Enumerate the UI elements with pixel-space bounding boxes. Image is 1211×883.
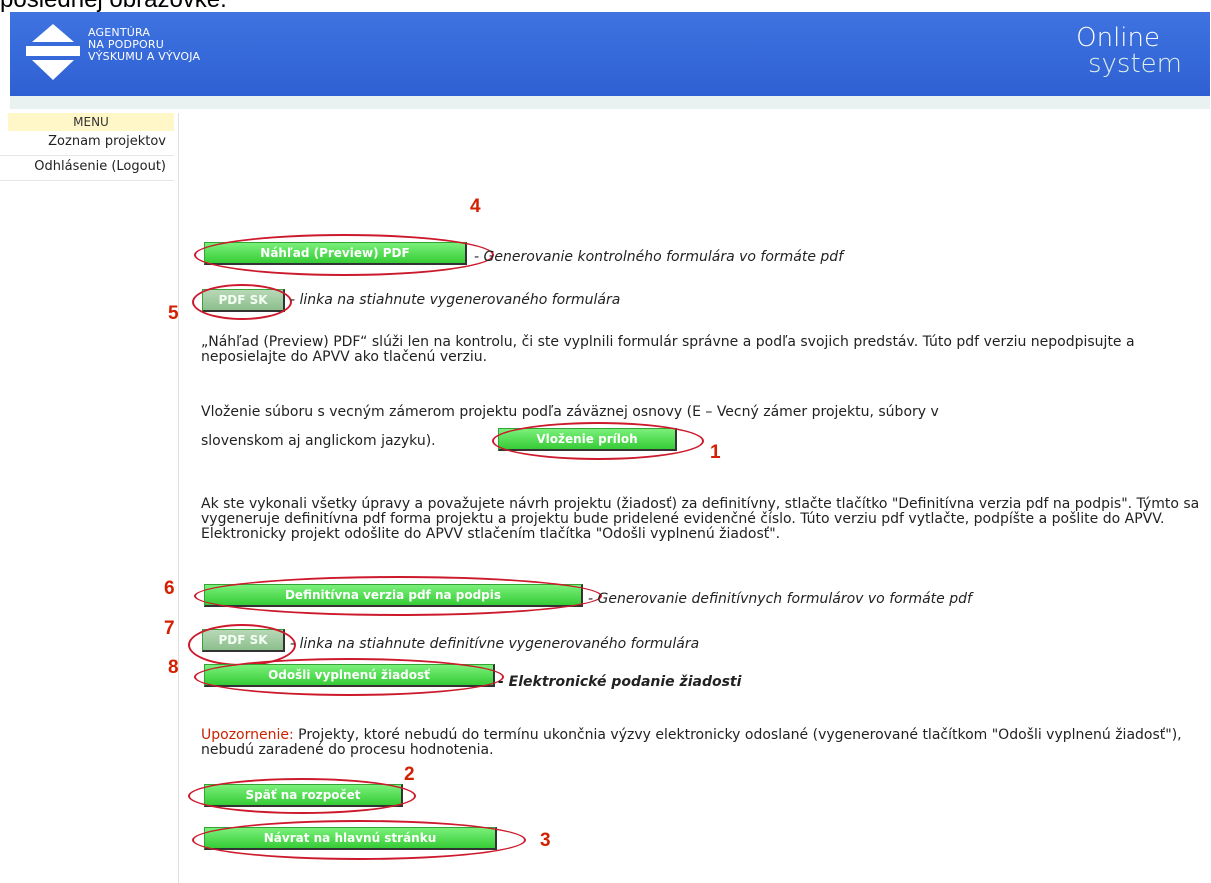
warning-paragraph: Upozornenie: Projekty, ktoré nebudú do t…	[201, 728, 1206, 758]
pdf-sk-link-button[interactable]: PDF SK	[202, 289, 285, 312]
sidebar-item-logout[interactable]: Odhlásenie (Logout)	[0, 156, 174, 181]
pdf-sk-final-link-button[interactable]: PDF SK	[202, 629, 285, 652]
annotation-number-5: 5	[168, 303, 179, 324]
document-caption: poslednej obrazovke.	[0, 0, 1211, 12]
sidebar: MENU Zoznam projektov Odhlásenie (Logout…	[0, 113, 174, 181]
preview-note-paragraph: „Náhľad (Preview) PDF“ slúži len na kont…	[201, 334, 1135, 365]
sidebar-divider	[178, 113, 179, 883]
annotation-number-4: 4	[470, 196, 481, 217]
header-subbar	[10, 96, 1210, 109]
warning-label: Upozornenie:	[201, 727, 294, 743]
agency-name-line: VÝSKUMU A VÝVOJA	[88, 50, 201, 63]
upload-attachments-button[interactable]: Vloženie príloh	[498, 428, 677, 451]
agency-logo-icon	[26, 24, 80, 80]
site-header: AGENTÚRA NA PODPORU VÝSKUMU A VÝVOJA Onl…	[10, 12, 1210, 96]
pdf-sk-description: - linka na stiahnute vygenerovaného form…	[290, 292, 621, 308]
final-pdf-description: - Generovanie definitívnych formulárov v…	[588, 591, 972, 607]
upload-paragraph-line2: slovenskom aj anglickom jazyku).	[201, 433, 436, 449]
send-application-button[interactable]: Odošli vyplnenú žiadosť	[204, 664, 495, 687]
annotation-number-3: 3	[540, 830, 551, 851]
upload-paragraph-line1: Vloženie súboru s vecným zámerom projekt…	[201, 404, 939, 420]
send-application-description: - Elektronické podanie žiadosti	[498, 674, 742, 690]
menu-title: MENU	[8, 113, 174, 131]
annotation-number-1: 1	[710, 442, 721, 463]
preview-pdf-button[interactable]: Náhľad (Preview) PDF	[204, 242, 467, 265]
warning-text: Projekty, ktoré nebudú do termínu ukončn…	[201, 727, 1182, 758]
annotation-number-7: 7	[164, 618, 175, 639]
return-home-button[interactable]: Návrat na hlavnú stránku	[204, 827, 497, 850]
annotation-number-2: 2	[404, 764, 415, 785]
annotation-number-6: 6	[164, 578, 175, 599]
back-to-budget-button[interactable]: Späť na rozpočet	[204, 784, 403, 807]
agency-name: AGENTÚRA NA PODPORU VÝSKUMU A VÝVOJA	[88, 27, 200, 63]
brand-line-2: system	[1088, 49, 1182, 79]
final-note-paragraph: Ak ste vykonali všetky úpravy a považuje…	[201, 496, 1200, 542]
sidebar-item-projects[interactable]: Zoznam projektov	[0, 131, 174, 156]
pdf-sk-final-description: - linka na stiahnute definitívne vygener…	[290, 636, 700, 652]
final-pdf-button[interactable]: Definitívna verzia pdf na podpis	[204, 584, 583, 607]
preview-pdf-description: - Generovanie kontrolného formulára vo f…	[474, 249, 844, 265]
annotation-number-8: 8	[168, 657, 179, 678]
online-system-logo: Online system	[1076, 25, 1182, 77]
